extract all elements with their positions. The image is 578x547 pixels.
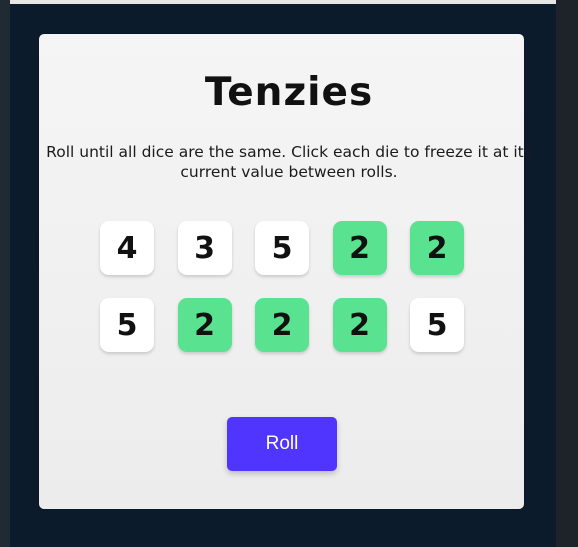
- die[interactable]: 2: [332, 221, 387, 275]
- die[interactable]: 5: [100, 298, 154, 352]
- die[interactable]: 5: [410, 298, 464, 352]
- die[interactable]: 5: [255, 221, 309, 275]
- game-instructions: Roll until all dice are the same. Click …: [46, 143, 532, 181]
- dice-grid: 4 3 5 2 2 5 2 2 2 5: [100, 221, 464, 352]
- die[interactable]: 2: [255, 298, 309, 352]
- roll-button[interactable]: Roll: [227, 417, 337, 471]
- die[interactable]: 2: [410, 221, 464, 275]
- top-bar: [10, 0, 556, 4]
- die[interactable]: 2: [177, 298, 232, 352]
- game-title: Tenzies: [204, 70, 374, 115]
- die[interactable]: 2: [332, 298, 387, 352]
- die[interactable]: 4: [100, 221, 154, 275]
- die[interactable]: 3: [177, 221, 232, 275]
